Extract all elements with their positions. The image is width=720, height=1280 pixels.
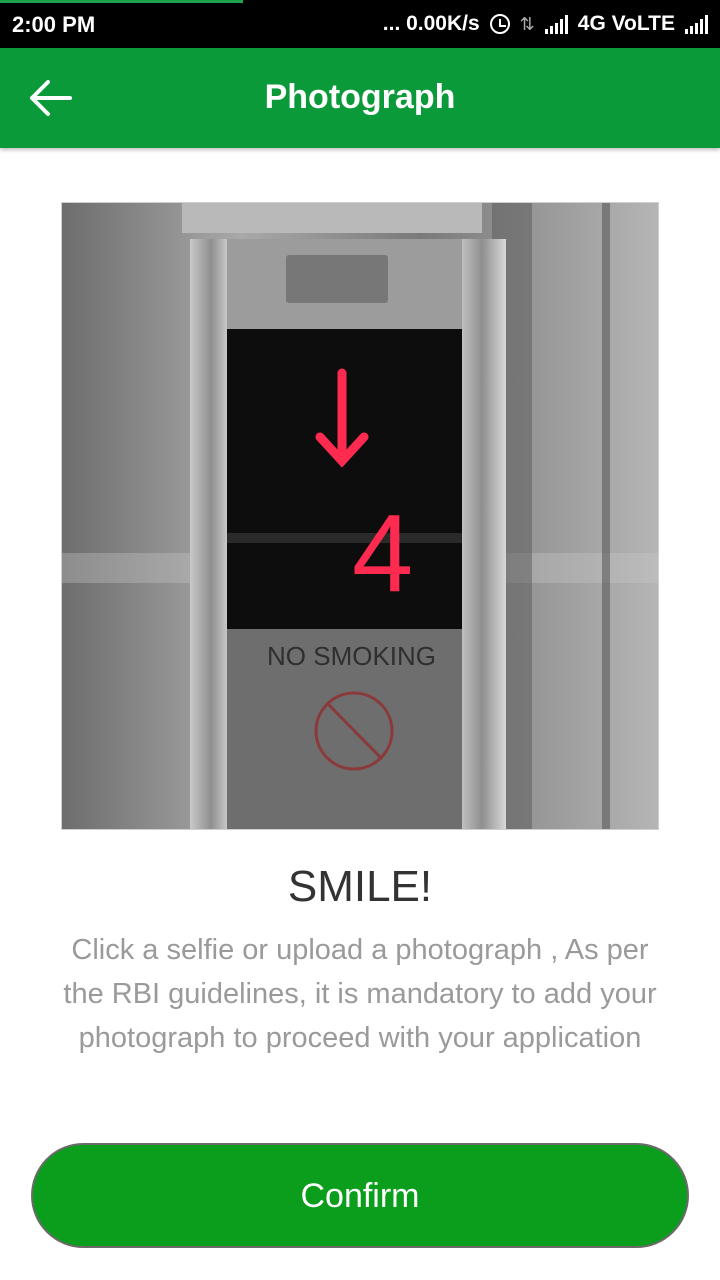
page-title: Photograph — [264, 78, 456, 116]
signal-icon — [544, 14, 568, 34]
sign-text: NO SMOKING — [267, 641, 436, 671]
status-icons: ... 0.00K/s ⇅ 4G VoLTE — [383, 12, 708, 36]
uploaded-photo[interactable]: 4 NO SMOKING — [61, 202, 659, 830]
alarm-icon — [489, 14, 510, 34]
photo-instructions: Click a selfie or upload a photograph , … — [63, 934, 657, 1054]
smile-heading: SMILE! — [287, 862, 433, 911]
confirm-button[interactable]: Confirm — [31, 1143, 689, 1248]
loading-progress — [0, 0, 243, 3]
display-digit: 4 — [352, 492, 413, 615]
network-speed: ... 0.00K/s — [382, 12, 480, 35]
status-bar: 2:00 PM ... 0.00K/s ⇅ 4G VoLTE — [0, 0, 720, 48]
status-time: 2:00 PM — [12, 12, 96, 37]
signal-icon-2 — [685, 14, 708, 34]
app-bar: Photograph — [0, 48, 720, 148]
network-type: 4G VoLTE — [577, 12, 675, 35]
data-transfer-icon: ⇅ — [519, 13, 535, 34]
